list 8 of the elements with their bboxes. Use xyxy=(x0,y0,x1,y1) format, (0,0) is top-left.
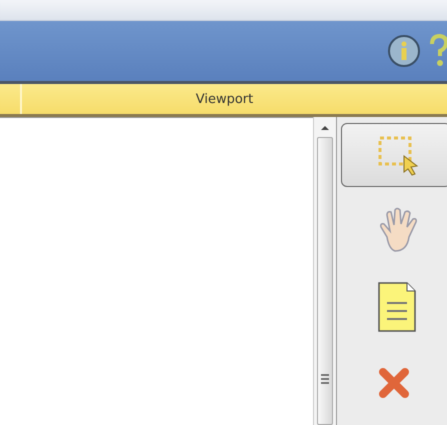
close-icon xyxy=(377,366,411,400)
panel-title: Viewport xyxy=(194,92,254,106)
scrollbar[interactable] xyxy=(313,117,337,425)
info-icon[interactable] xyxy=(387,34,421,68)
tool-button[interactable] xyxy=(341,123,447,187)
scroll-up-icon[interactable] xyxy=(320,123,330,133)
grip-icon xyxy=(321,374,329,384)
note-icon xyxy=(377,281,417,333)
